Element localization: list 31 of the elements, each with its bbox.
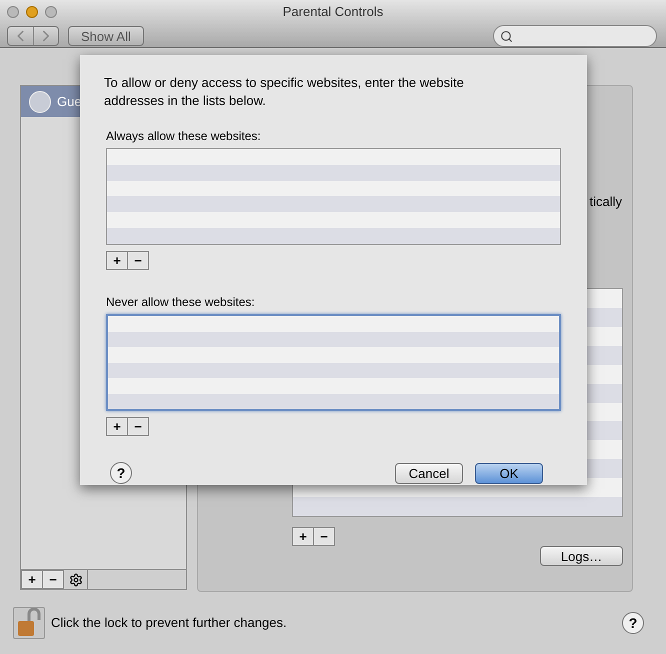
sheet-message: To allow or deny access to specific websites, enter the website addresses in the lists below.: [104, 74, 465, 110]
website-list[interactable]: [106, 314, 561, 411]
add-button[interactable]: +: [106, 251, 128, 270]
remove-button[interactable]: −: [313, 527, 335, 546]
remove-button[interactable]: −: [127, 417, 149, 436]
remove-button[interactable]: −: [127, 251, 149, 270]
add-button[interactable]: +: [292, 527, 314, 546]
zoom-icon[interactable]: [45, 6, 57, 18]
help-button[interactable]: ?: [110, 462, 132, 484]
list-label: Never allow these websites:: [105, 294, 256, 311]
back-forward-control[interactable]: [7, 26, 59, 46]
add-button[interactable]: +: [21, 570, 43, 589]
list-label: Always allow these websites:: [105, 128, 262, 145]
ok-button[interactable]: OK: [475, 462, 543, 484]
lock-message: Click the lock to prevent further changes.: [51, 614, 288, 632]
user-name: Gue: [57, 92, 82, 111]
close-icon[interactable]: [7, 6, 19, 18]
avatar-icon: [29, 90, 51, 112]
window-title: Parental Controls: [282, 3, 384, 22]
remove-button[interactable]: −: [42, 570, 64, 589]
help-button[interactable]: ?: [622, 612, 644, 634]
cancel-button[interactable]: Cancel: [395, 462, 463, 484]
option-text: tically: [589, 192, 623, 211]
unlocked-padlock-icon[interactable]: [13, 607, 45, 639]
minimize-icon[interactable]: [26, 6, 38, 18]
show-all-button[interactable]: Show All: [68, 26, 144, 46]
website-list[interactable]: [106, 148, 561, 245]
logs-button[interactable]: Logs…: [540, 546, 623, 566]
search-field[interactable]: [493, 25, 657, 47]
search-icon: [500, 30, 513, 42]
add-button[interactable]: +: [106, 417, 128, 436]
